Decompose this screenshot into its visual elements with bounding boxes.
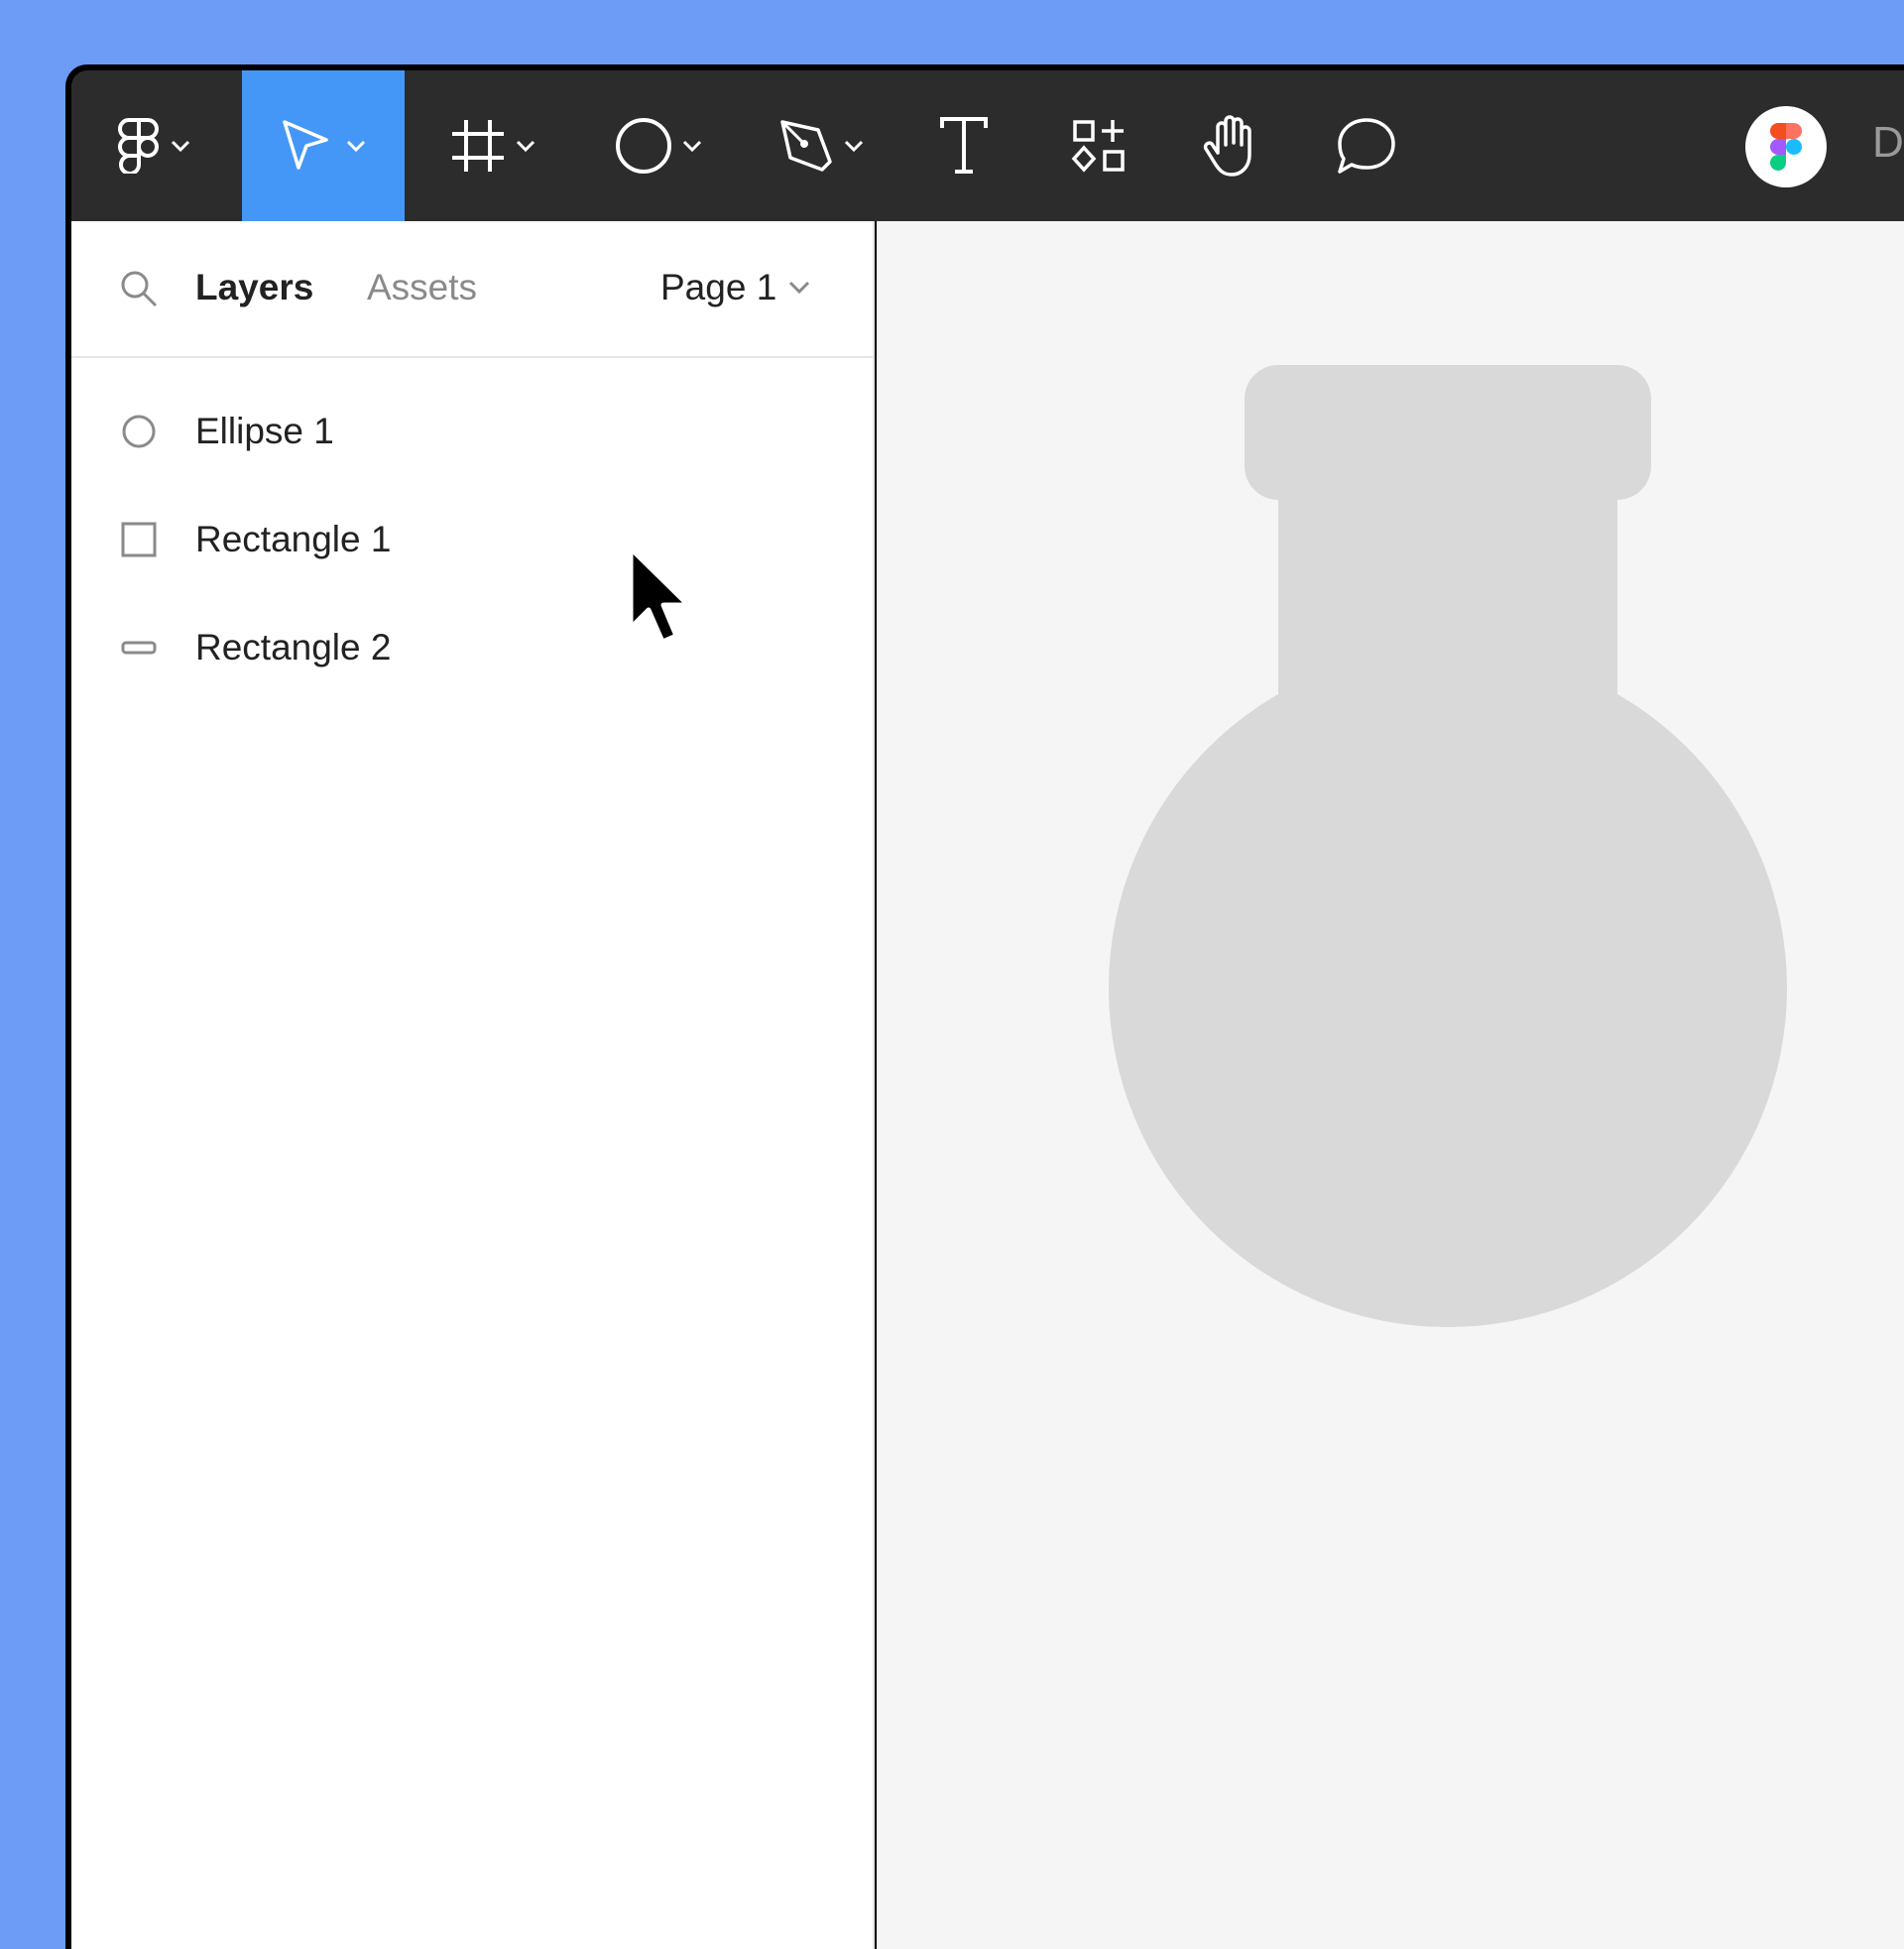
page-selector[interactable]: Page 1	[660, 267, 810, 308]
canvas-shapes	[1109, 365, 1787, 1327]
pen-tool-button[interactable]	[766, 70, 877, 221]
rectangle-layer-icon	[121, 522, 157, 557]
layers-panel: Layers Assets Page 1 Ellipse 1 Rectangle…	[71, 221, 875, 1949]
ellipse-layer-icon	[121, 414, 157, 449]
toolbar: D	[71, 70, 1904, 221]
design-canvas[interactable]	[877, 221, 1904, 1949]
resources-icon	[1071, 120, 1125, 173]
layer-label: Rectangle 2	[195, 627, 392, 668]
figma-logo-icon	[1770, 123, 1802, 171]
move-tool-button[interactable]	[242, 70, 405, 221]
ellipse-1-shape[interactable]	[1109, 649, 1787, 1327]
mouse-cursor-icon	[628, 547, 691, 645]
tab-assets[interactable]: Assets	[367, 267, 477, 308]
layer-row-ellipse-1[interactable]: Ellipse 1	[71, 382, 873, 481]
shape-tool-button[interactable]	[603, 70, 714, 221]
chevron-down-icon	[171, 140, 190, 152]
layer-label: Rectangle 1	[195, 519, 392, 559]
chevron-down-icon	[516, 140, 536, 152]
ellipse-icon	[616, 118, 671, 174]
app-window: D Layers Assets Page 1 Ellipse 1 Rectang…	[65, 64, 1904, 1949]
comment-tool-button[interactable]	[1327, 70, 1406, 221]
main-menu-button[interactable]	[87, 70, 220, 221]
thin-rectangle-layer-icon	[121, 630, 157, 666]
tab-layers[interactable]: Layers	[195, 267, 313, 308]
pointer-icon	[283, 120, 328, 170]
frame-tool-button[interactable]	[438, 70, 547, 221]
chevron-down-icon	[346, 140, 366, 152]
layer-row-rectangle-2[interactable]: Rectangle 2	[71, 598, 873, 697]
layer-row-rectangle-1[interactable]: Rectangle 1	[71, 490, 873, 589]
text-icon	[940, 117, 988, 174]
avatar[interactable]	[1745, 106, 1827, 187]
search-icon[interactable]	[119, 269, 159, 308]
hand-tool-button[interactable]	[1192, 70, 1271, 221]
hand-icon	[1203, 115, 1251, 177]
document-title[interactable]: D	[1872, 118, 1904, 168]
pen-icon	[780, 120, 832, 172]
sidebar-header: Layers Assets Page 1	[71, 221, 873, 358]
chevron-down-icon	[844, 140, 864, 152]
text-tool-button[interactable]	[924, 70, 1004, 221]
resources-tool-button[interactable]	[1059, 70, 1138, 221]
chevron-down-icon	[682, 140, 702, 152]
rectangle-2-shape[interactable]	[1245, 365, 1651, 500]
chevron-down-icon	[789, 281, 810, 295]
frame-icon	[452, 120, 504, 172]
page-selector-label: Page 1	[660, 267, 777, 307]
layer-label: Ellipse 1	[195, 411, 334, 451]
comment-icon	[1338, 118, 1395, 174]
figma-logo-icon	[118, 118, 159, 174]
